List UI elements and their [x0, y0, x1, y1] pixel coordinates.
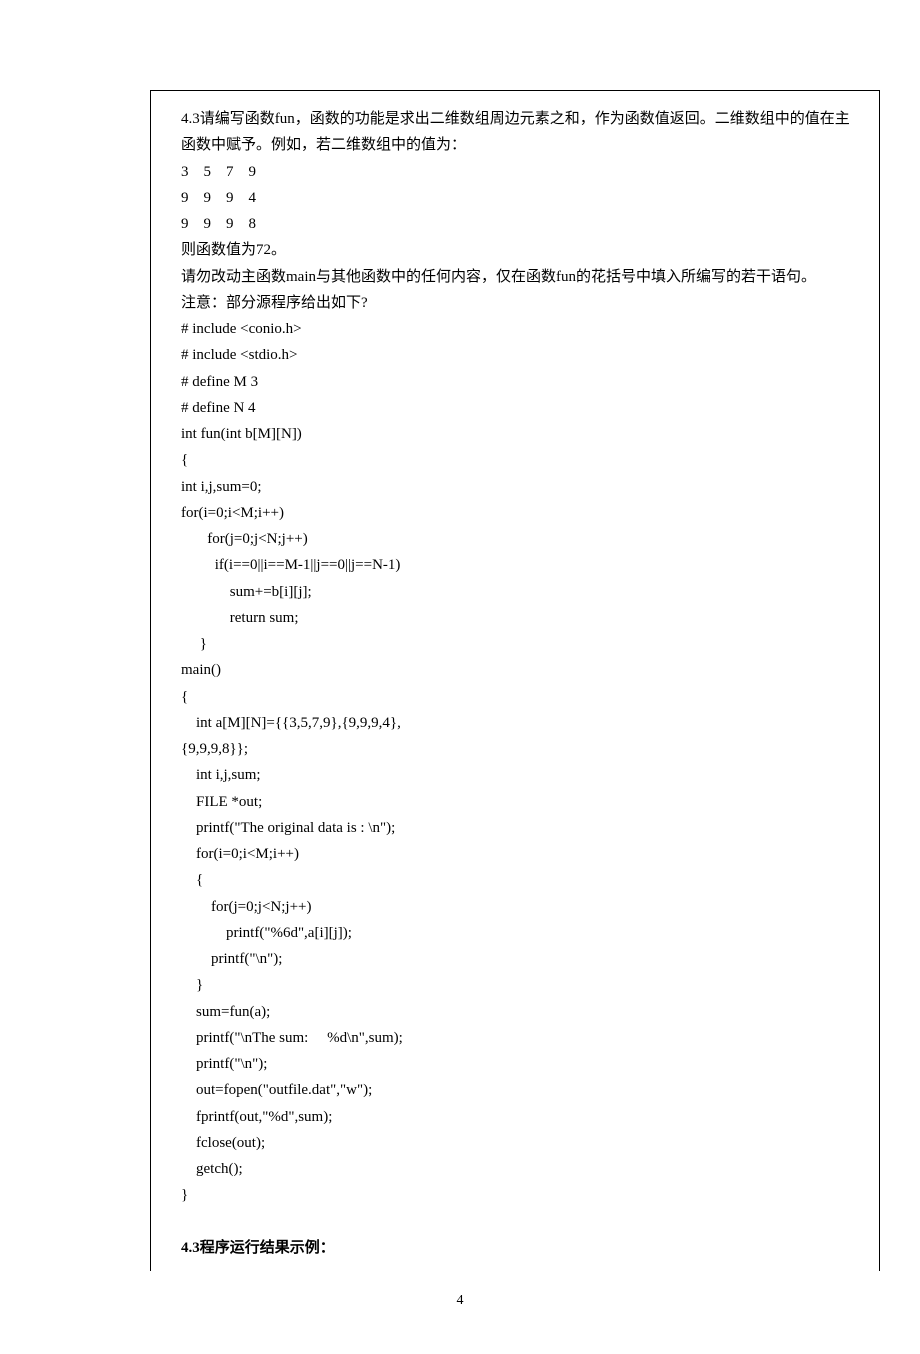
code-line: # include <conio.h> — [181, 316, 859, 342]
code-line: for(j=0;j<N;j++) — [181, 894, 859, 920]
code-line: return sum; — [181, 605, 859, 631]
content-frame: 4.3请编写函数fun，函数的功能是求出二维数组周边元素之和，作为函数值返回。二… — [150, 90, 880, 1271]
matrix-row-2: 9 9 9 4 — [181, 185, 859, 211]
problem-description: 4.3请编写函数fun，函数的功能是求出二维数组周边元素之和，作为函数值返回。二… — [181, 106, 859, 159]
code-line: { — [181, 867, 859, 893]
code-line: int i,j,sum; — [181, 762, 859, 788]
code-line: } — [181, 972, 859, 998]
code-line: fprintf(out,"%d",sum); — [181, 1104, 859, 1130]
code-line: if(i==0||i==M-1||j==0||j==N-1) — [181, 552, 859, 578]
page-number: 4 — [0, 1271, 920, 1314]
code-line: sum+=b[i][j]; — [181, 579, 859, 605]
code-line: printf("\n"); — [181, 946, 859, 972]
instruction: 请勿改动主函数main与其他函数中的任何内容，仅在函数fun的花括号中填入所编写… — [181, 264, 859, 290]
code-line: } — [181, 631, 859, 657]
code-line: FILE *out; — [181, 789, 859, 815]
code-line: int i,j,sum=0; — [181, 474, 859, 500]
code-line: printf("%6d",a[i][j]); — [181, 920, 859, 946]
code-line: sum=fun(a); — [181, 999, 859, 1025]
code-line: out=fopen("outfile.dat","w"); — [181, 1077, 859, 1103]
code-line: # include <stdio.h> — [181, 342, 859, 368]
matrix-row-3: 9 9 9 8 — [181, 211, 859, 237]
code-line: printf("The original data is : \n"); — [181, 815, 859, 841]
matrix-row-1: 3 5 7 9 — [181, 159, 859, 185]
code-line: { — [181, 684, 859, 710]
code-line: { — [181, 447, 859, 473]
code-line: getch(); — [181, 1156, 859, 1182]
code-line: for(i=0;i<M;i++) — [181, 841, 859, 867]
code-line: for(i=0;i<M;i++) — [181, 500, 859, 526]
code-line: int a[M][N]={{3,5,7,9},{9,9,9,4}, — [181, 710, 859, 736]
code-line: # define N 4 — [181, 395, 859, 421]
code-line: main() — [181, 657, 859, 683]
code-line: printf("\nThe sum: %d\n",sum); — [181, 1025, 859, 1051]
result-note: 则函数值为72。 — [181, 237, 859, 263]
spacer — [181, 1209, 859, 1235]
page: 4.3请编写函数fun，函数的功能是求出二维数组周边元素之和，作为函数值返回。二… — [0, 0, 920, 1354]
code-line: {9,9,9,8}}; — [181, 736, 859, 762]
note-label: 注意：部分源程序给出如下? — [181, 290, 859, 316]
code-line: } — [181, 1182, 859, 1208]
footer-heading: 4.3程序运行结果示例： — [181, 1235, 859, 1261]
code-line: # define M 3 — [181, 369, 859, 395]
code-line: int fun(int b[M][N]) — [181, 421, 859, 447]
code-line: fclose(out); — [181, 1130, 859, 1156]
code-line: printf("\n"); — [181, 1051, 859, 1077]
code-line: for(j=0;j<N;j++) — [181, 526, 859, 552]
